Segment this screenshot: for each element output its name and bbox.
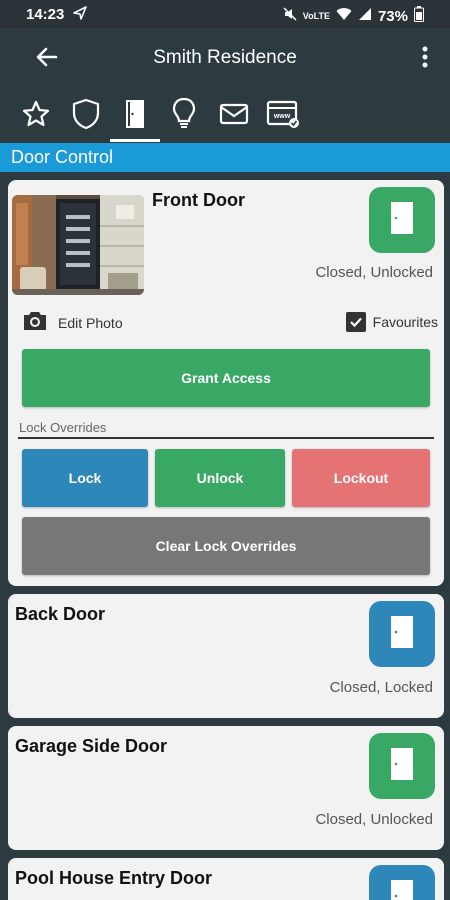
edit-photo-label: Edit Photo: [58, 314, 123, 331]
svg-text:www: www: [273, 113, 291, 120]
door-card-garage-side[interactable]: Garage Side Door Closed, Unlocked: [8, 726, 444, 850]
door-icon: [389, 200, 415, 241]
door-name: Back Door: [15, 604, 106, 624]
mute-icon: [283, 7, 297, 25]
navigation-arrow-icon: [72, 5, 88, 25]
tab-bar: www: [0, 90, 450, 142]
tab-security[interactable]: [61, 94, 111, 138]
section-header: Door Control: [0, 143, 450, 172]
door-name: Front Door: [152, 190, 245, 210]
door-icon: [389, 746, 415, 787]
door-name: Garage Side Door: [15, 736, 168, 756]
checkbox-checked-icon[interactable]: [345, 312, 366, 332]
door-status-button[interactable]: [369, 601, 435, 667]
door-photo[interactable]: [12, 195, 144, 295]
camera-icon: [22, 310, 48, 335]
door-status-button[interactable]: [369, 733, 435, 799]
status-time: 14:23: [26, 6, 65, 23]
star-icon: [21, 99, 51, 134]
door-status-button[interactable]: [369, 187, 435, 253]
door-icon: [122, 98, 148, 135]
page-title: Smith Residence: [153, 47, 297, 68]
unlock-button[interactable]: Unlock: [155, 449, 285, 507]
tab-web[interactable]: www: [258, 94, 308, 138]
lockout-button[interactable]: Lockout: [292, 449, 430, 507]
status-bar: 14:23 VoLTE 73%: [0, 0, 450, 28]
favourites-toggle[interactable]: Favourites: [345, 312, 438, 332]
door-card-front: Front Door Closed, Unlocked Edit Photo F…: [8, 180, 444, 586]
battery-icon: [414, 6, 424, 26]
wifi-icon: [336, 7, 352, 25]
lightbulb-icon: [171, 97, 197, 136]
door-status: Closed, Unlocked: [315, 811, 433, 828]
tab-doors[interactable]: [110, 94, 160, 142]
tab-messages[interactable]: [209, 94, 259, 138]
grant-access-button[interactable]: Grant Access: [22, 349, 430, 407]
clear-lock-overrides-button[interactable]: Clear Lock Overrides: [22, 517, 430, 575]
app-bar: Smith Residence: [0, 28, 450, 90]
shield-icon: [71, 98, 101, 135]
lock-button[interactable]: Lock: [22, 449, 148, 507]
door-icon: [389, 614, 415, 655]
lock-overrides-label: Lock Overrides: [19, 420, 107, 435]
door-name: Pool House Entry Door: [15, 868, 213, 888]
www-browser-icon: www: [266, 99, 300, 134]
door-status: Closed, Locked: [329, 679, 433, 696]
tab-favourites[interactable]: [11, 94, 61, 138]
door-card-pool-house[interactable]: Pool House Entry Door: [8, 858, 444, 900]
divider: [18, 437, 434, 439]
mail-icon: [218, 101, 250, 132]
tab-lights[interactable]: [159, 94, 209, 138]
favourites-label: Favourites: [372, 314, 438, 330]
signal-icon: [358, 7, 372, 25]
door-status-button[interactable]: [369, 865, 435, 900]
door-status: Closed, Unlocked: [315, 264, 433, 281]
more-options-icon[interactable]: [418, 44, 432, 75]
edit-photo-button[interactable]: Edit Photo: [22, 310, 123, 335]
volte-indicator: VoLTE: [302, 10, 330, 21]
door-card-back[interactable]: Back Door Closed, Locked: [8, 594, 444, 718]
door-icon: [389, 878, 415, 900]
battery-percentage: 73%: [377, 7, 408, 25]
